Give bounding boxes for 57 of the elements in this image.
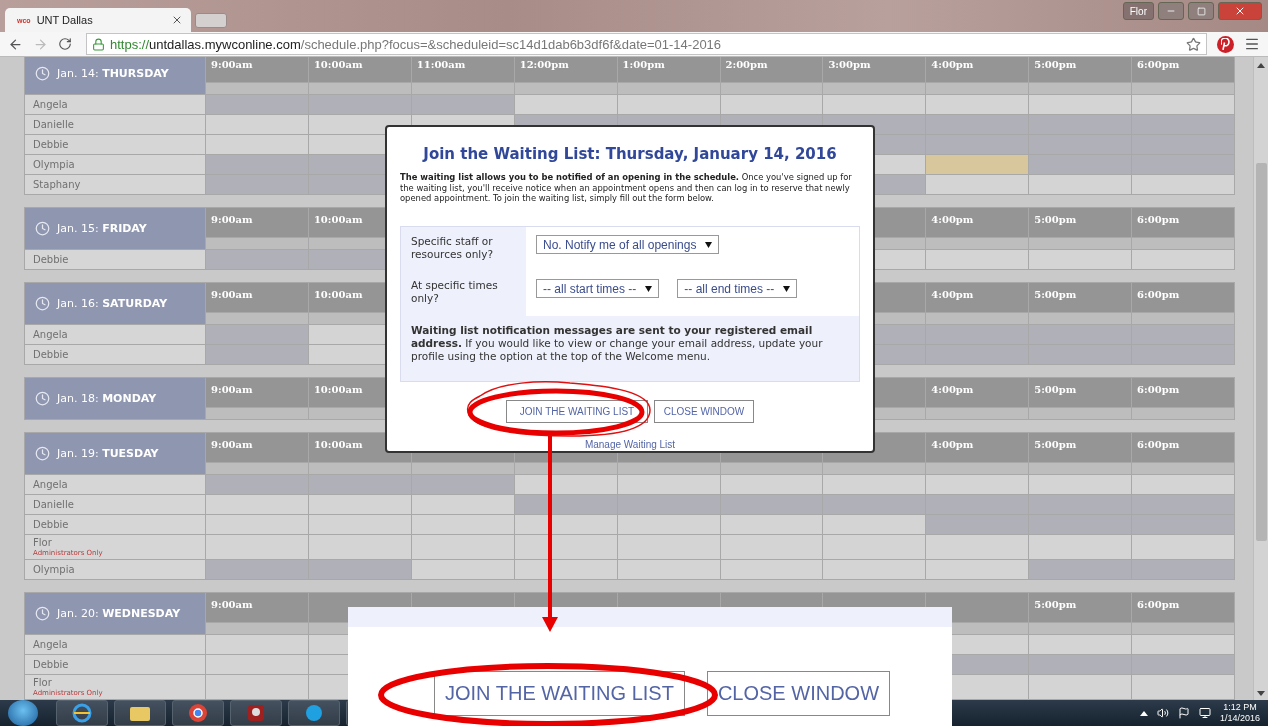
staff-name: Danielle bbox=[33, 498, 75, 511]
field-label: Specific staff or resources only? bbox=[401, 227, 526, 271]
staff-name: Debbie bbox=[33, 253, 70, 266]
time-header: 9:00am bbox=[206, 378, 308, 407]
notice-text: Waiting list notification messages are sent to your registered email address. If you would like to view or change your email address, update your profile using the option at the top of the Welcome menu. bbox=[401, 316, 859, 381]
time-header: 9:00am bbox=[206, 433, 308, 462]
time-header: 10:00am bbox=[308, 57, 411, 82]
time-header: 6:00pm bbox=[1132, 593, 1234, 622]
staff-name: Staphany bbox=[33, 178, 82, 191]
staff-name: Debbie bbox=[33, 518, 70, 531]
time-header: 11:00am bbox=[411, 57, 514, 82]
time-header: 12:00pm bbox=[514, 57, 617, 82]
time-header: 4:00pm bbox=[926, 378, 1029, 407]
dialog-title: Join the Waiting List: Thursday, January 14, 2016 bbox=[423, 145, 837, 165]
day-title: Jan. 20: WEDNESDAY bbox=[57, 607, 181, 620]
time-header: 5:00pm bbox=[1029, 208, 1132, 237]
time-header: 6:00pm bbox=[1132, 57, 1234, 82]
time-header: 5:00pm bbox=[1029, 593, 1132, 622]
time-header: 4:00pm bbox=[926, 283, 1029, 312]
staff-name: Debbie bbox=[33, 658, 70, 671]
staff-name: Flor bbox=[33, 677, 53, 689]
day-title: Jan. 18: MONDAY bbox=[57, 392, 157, 405]
time-header: 6:00pm bbox=[1132, 378, 1234, 407]
day-title: Jan. 19: TUESDAY bbox=[57, 447, 159, 460]
tab-title: UNT Dallas bbox=[36, 14, 94, 26]
staff-name: Angela bbox=[33, 98, 69, 111]
time-header: 4:00pm bbox=[926, 433, 1029, 462]
staff-name: Angela bbox=[33, 638, 69, 651]
day-title: Jan. 15: FRIDAY bbox=[57, 222, 147, 235]
time-header: 6:00pm bbox=[1132, 283, 1234, 312]
time-header: 9:00am bbox=[206, 593, 308, 622]
staff-name: Angela bbox=[33, 328, 69, 341]
time-header: 9:00am bbox=[206, 283, 308, 312]
time-header: 3:00pm bbox=[823, 57, 926, 82]
time-header: 2:00pm bbox=[720, 57, 823, 82]
time-header: 5:00pm bbox=[1029, 283, 1132, 312]
time-header: 4:00pm bbox=[926, 208, 1029, 237]
time-header: 9:00am bbox=[206, 208, 308, 237]
day-title: Jan. 16: SATURDAY bbox=[57, 297, 168, 310]
time-header: 5:00pm bbox=[1029, 378, 1132, 407]
time-header: 1:00pm bbox=[617, 57, 720, 82]
day-title: Jan. 14: THURSDAY bbox=[57, 67, 169, 80]
dialog-intro: The waiting list allows you to be notified of an opening in the schedule. Once you've signed up for the waiting list, you'll receive notice when an appointment opens and then can log in to reserve that newly opened appointment. To join the waiting list, simply fill out the form below. bbox=[400, 172, 853, 205]
staff-name: Danielle bbox=[33, 118, 75, 131]
staff-name: Angela bbox=[33, 478, 69, 491]
time-header: 9:00am bbox=[206, 57, 308, 82]
time-header: 4:00pm bbox=[926, 57, 1029, 82]
staff-name: Debbie bbox=[33, 138, 70, 151]
time-header: 6:00pm bbox=[1132, 208, 1234, 237]
staff-name: Olympia bbox=[33, 563, 76, 576]
staff-name: Olympia bbox=[33, 158, 76, 171]
staff-name: Debbie bbox=[33, 348, 70, 361]
staff-name: Flor bbox=[33, 537, 53, 549]
time-header: 5:00pm bbox=[1029, 57, 1132, 82]
time-header: 6:00pm bbox=[1132, 433, 1234, 462]
time-header: 5:00pm bbox=[1029, 433, 1132, 462]
field-label: At specific times only? bbox=[401, 271, 526, 316]
